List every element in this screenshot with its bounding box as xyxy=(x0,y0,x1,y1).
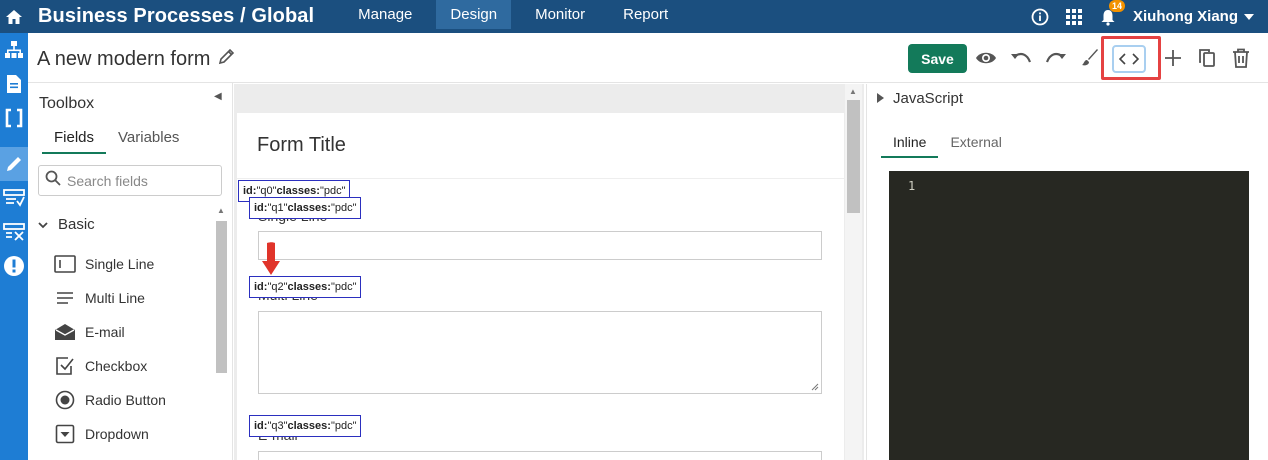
form-name-text: A new modern form xyxy=(37,47,211,70)
line-number: 1 xyxy=(908,179,916,193)
trash-icon[interactable] xyxy=(1229,46,1253,70)
single-line-input[interactable] xyxy=(258,231,822,260)
single-line-icon xyxy=(54,253,76,275)
checkbox-icon xyxy=(54,355,76,377)
toolbox-scrollbar[interactable]: ▲ xyxy=(215,203,229,460)
arrow-down-annotation-icon xyxy=(262,242,280,275)
form-canvas: Form Title Single Line Multi Line E-mail… xyxy=(234,84,864,460)
top-navigation-bar: Business Processes / Global Manage Desig… xyxy=(0,0,1268,33)
field-email[interactable]: E-mail xyxy=(54,315,166,349)
home-icon[interactable] xyxy=(0,0,28,33)
form-title[interactable]: Form Title xyxy=(257,134,346,157)
collapse-left-icon[interactable]: ◀ xyxy=(214,91,222,102)
tab-external[interactable]: External xyxy=(938,134,1013,158)
email-input[interactable] xyxy=(258,451,822,460)
search-input[interactable] xyxy=(67,172,207,189)
dropdown-icon xyxy=(54,423,76,445)
divider xyxy=(237,178,844,179)
section-label: Basic xyxy=(58,216,95,233)
redo-icon[interactable] xyxy=(1044,46,1068,70)
scroll-up-arrow-icon[interactable]: ▲ xyxy=(849,87,857,96)
nav-monitor[interactable]: Monitor xyxy=(521,0,599,33)
field-label: Multi Line xyxy=(85,290,145,306)
multi-line-textarea[interactable] xyxy=(258,311,822,394)
tab-inline[interactable]: Inline xyxy=(881,134,939,158)
field-list: Single Line Multi Line E-mail Checkbox R… xyxy=(54,247,166,451)
javascript-title: JavaScript xyxy=(893,90,964,107)
code-button-highlight xyxy=(1101,36,1161,80)
nav-report[interactable]: Report xyxy=(609,0,682,33)
form-grid-icon[interactable] xyxy=(0,215,28,249)
info-icon[interactable] xyxy=(1029,6,1051,28)
toolbox-panel: Toolbox ◀ Fields Variables Basic Single … xyxy=(28,83,233,460)
id-class-tag-q2: id: "q2" classes: "pdc" xyxy=(249,276,362,298)
brush-icon[interactable] xyxy=(1078,46,1102,70)
field-single-line[interactable]: Single Line xyxy=(54,247,166,281)
main-nav: Manage Design Monitor Report xyxy=(344,0,692,33)
form-name: A new modern form xyxy=(37,47,236,71)
tab-fields[interactable]: Fields xyxy=(42,129,107,154)
nav-design[interactable]: Design xyxy=(436,0,512,29)
id-class-tag-q1: id: "q1" classes: "pdc" xyxy=(249,197,362,219)
envelope-icon xyxy=(54,321,76,343)
field-multi-line[interactable]: Multi Line xyxy=(54,281,166,315)
hierarchy-icon[interactable] xyxy=(0,33,28,67)
scroll-thumb[interactable] xyxy=(847,100,860,213)
add-icon[interactable] xyxy=(1161,46,1185,70)
user-menu[interactable]: Xiuhong Xiang xyxy=(1133,8,1254,25)
search-icon xyxy=(45,170,61,191)
scroll-thumb[interactable] xyxy=(216,221,227,373)
copy-icon[interactable] xyxy=(1195,46,1219,70)
chevron-down-icon xyxy=(38,216,48,233)
form-card: Form Title Single Line Multi Line E-mail… xyxy=(237,113,844,460)
bell-icon[interactable]: 14 xyxy=(1097,0,1125,28)
left-rail xyxy=(0,33,28,460)
nav-manage[interactable]: Manage xyxy=(344,0,426,33)
field-label: Checkbox xyxy=(85,358,148,374)
radio-icon xyxy=(54,389,76,411)
field-label: Dropdown xyxy=(85,426,149,442)
javascript-section-toggle[interactable]: JavaScript xyxy=(877,90,963,107)
chevron-down-icon xyxy=(1244,8,1254,25)
field-checkbox[interactable]: Checkbox xyxy=(54,349,166,383)
app-title: Business Processes / Global xyxy=(38,5,315,27)
canvas-scrollbar[interactable]: ▲ xyxy=(845,84,862,460)
field-label: Radio Button xyxy=(85,392,166,408)
undo-icon[interactable] xyxy=(1009,46,1033,70)
javascript-tabs: Inline External xyxy=(881,134,1014,158)
edit-pencil-icon[interactable] xyxy=(218,47,236,71)
alert-icon[interactable] xyxy=(0,249,28,283)
field-dropdown[interactable]: Dropdown xyxy=(54,417,166,451)
user-name: Xiuhong Xiang xyxy=(1133,8,1238,25)
id-class-tag-q3: id: "q3" classes: "pdc" xyxy=(249,415,362,437)
tab-variables[interactable]: Variables xyxy=(118,129,179,154)
search-fields[interactable] xyxy=(38,165,222,196)
javascript-panel: JavaScript Inline External 1 xyxy=(866,84,1268,460)
save-button[interactable]: Save xyxy=(908,44,967,73)
braces-icon[interactable] xyxy=(0,101,28,135)
field-label: E-mail xyxy=(85,324,125,340)
multi-line-icon xyxy=(54,287,76,309)
resize-grip-icon[interactable] xyxy=(811,383,819,391)
form-checklist-icon[interactable] xyxy=(0,181,28,215)
toolbox-title: Toolbox xyxy=(39,95,95,112)
toolbox-tabs: Fields Variables xyxy=(42,129,203,154)
code-editor[interactable]: 1 xyxy=(889,171,1249,460)
field-radio-button[interactable]: Radio Button xyxy=(54,383,166,417)
code-icon[interactable] xyxy=(1112,45,1146,73)
notification-badge: 14 xyxy=(1108,0,1125,12)
chevron-right-icon xyxy=(877,90,884,107)
section-basic[interactable]: Basic xyxy=(38,216,95,233)
document-icon[interactable] xyxy=(0,67,28,101)
form-header: A new modern form Save xyxy=(28,33,1268,83)
topbar-actions: 14 Xiuhong Xiang xyxy=(1017,0,1254,33)
pencil-icon[interactable] xyxy=(0,147,28,181)
preview-eye-icon[interactable] xyxy=(974,46,998,70)
apps-grid-icon[interactable] xyxy=(1063,6,1085,28)
scroll-up-arrow-icon[interactable]: ▲ xyxy=(217,206,225,215)
field-label: Single Line xyxy=(85,256,155,272)
